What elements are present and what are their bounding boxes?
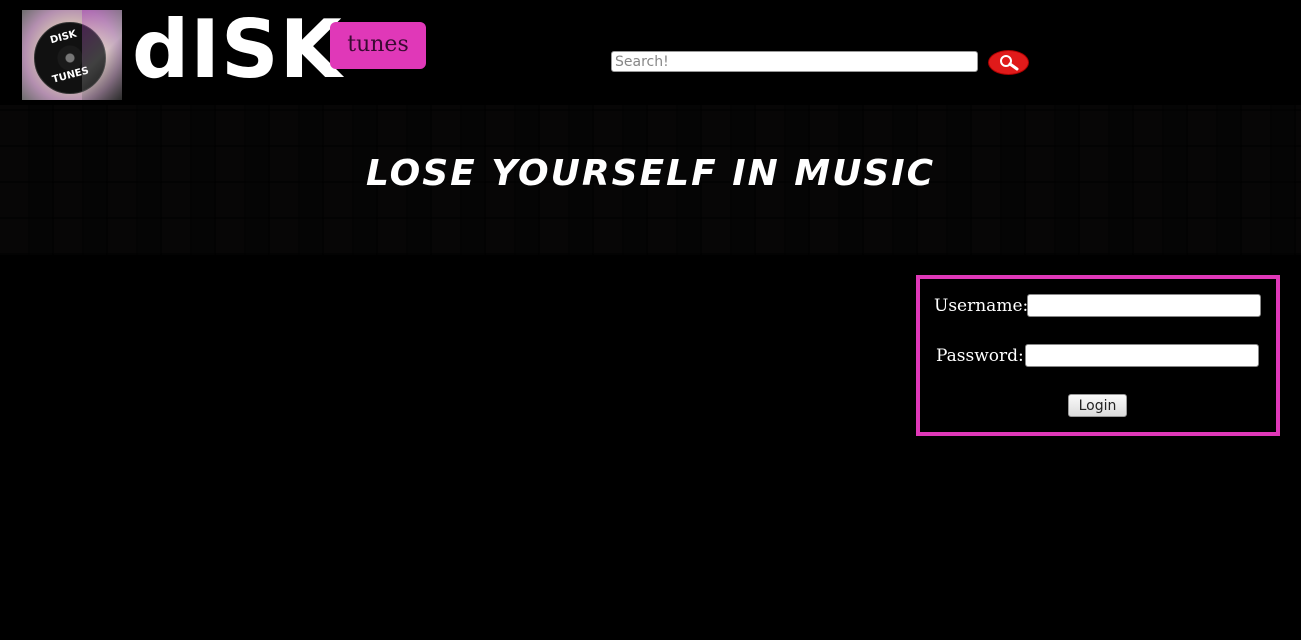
search-button[interactable] [988, 50, 1029, 75]
brand-badge[interactable]: tunes [330, 22, 426, 69]
login-button[interactable]: Login [1068, 394, 1127, 417]
banner-title: LOSE YOURSELF IN MUSIC [365, 153, 936, 194]
username-field[interactable] [1027, 294, 1261, 317]
login-form: Username: Password: Login [916, 275, 1280, 436]
search-input[interactable] [611, 51, 978, 72]
logo-image[interactable]: DISK TUNES [22, 10, 122, 100]
password-label: Password: [936, 346, 1024, 366]
password-field[interactable] [1025, 344, 1259, 367]
site-header: DISK TUNES dISK tunes [0, 0, 1301, 105]
magnifier-icon [1000, 55, 1019, 71]
brand-name[interactable]: dISK [132, 4, 343, 96]
hero-banner: LOSE YOURSELF IN MUSIC [0, 105, 1301, 255]
logo-splash [82, 10, 122, 100]
username-label: Username: [934, 296, 1029, 316]
